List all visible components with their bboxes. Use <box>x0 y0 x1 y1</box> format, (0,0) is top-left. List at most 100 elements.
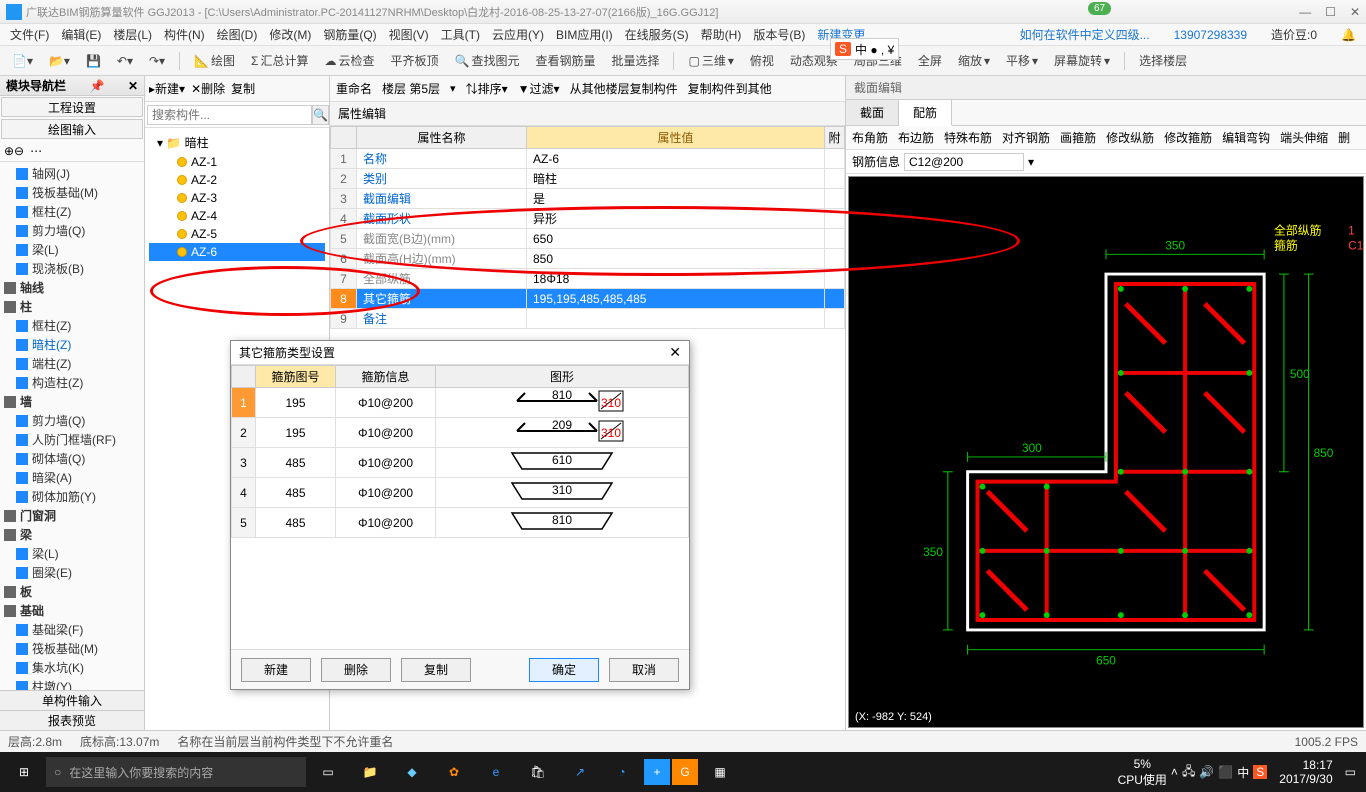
nav-pin-icon[interactable]: 📌 <box>90 79 105 93</box>
menu-tool[interactable]: 工具(T) <box>435 26 486 43</box>
folder-icon[interactable]: 📁 <box>350 756 390 788</box>
maximize-icon[interactable]: ☐ <box>1325 5 1336 19</box>
comp-item[interactable]: AZ-4 <box>149 207 325 225</box>
tree-node[interactable]: 圈梁(E) <box>2 563 142 582</box>
menu-online[interactable]: 在线服务(S) <box>619 26 695 43</box>
dlg-row[interactable]: 5485Φ10@200810 <box>232 508 689 538</box>
sec-tool[interactable]: 布边筋 <box>898 129 934 146</box>
dlg-row[interactable]: 4485Φ10@200310 <box>232 478 689 508</box>
menu-bim[interactable]: BIM应用(I) <box>550 26 619 43</box>
tree-node[interactable]: 端柱(Z) <box>2 354 142 373</box>
tray-notif-icon[interactable]: ▭ <box>1345 765 1356 779</box>
tab-rebar[interactable]: 配筋 <box>899 100 952 126</box>
store-icon[interactable]: 🛍 <box>518 756 558 788</box>
menu-view[interactable]: 视图(V) <box>383 26 435 43</box>
tree-node[interactable]: 基础梁(F) <box>2 620 142 639</box>
tree-node[interactable]: 构造柱(Z) <box>2 373 142 392</box>
3d-button[interactable]: ▢三维▾ <box>682 50 739 71</box>
undo-icon[interactable]: ↶▾ <box>111 52 139 70</box>
cloud-check-button[interactable]: ☁云检查 <box>318 50 380 71</box>
copy-to-button[interactable]: 复制构件到其他 <box>688 80 772 97</box>
fullscreen-button[interactable]: 全屏 <box>912 50 948 71</box>
redo-icon[interactable]: ↷▾ <box>143 52 171 70</box>
draw-button[interactable]: 📐绘图 <box>188 50 241 71</box>
prop-row[interactable]: 9备注 <box>331 309 845 329</box>
edge-icon[interactable]: e <box>476 756 516 788</box>
nav-tree[interactable]: 轴网(J)筏板基础(M)框柱(Z)剪力墙(Q)梁(L)现浇板(B)轴线柱框柱(Z… <box>0 162 144 690</box>
dialog-close-icon[interactable]: ✕ <box>669 344 681 361</box>
nav-expand-icon[interactable]: ⊕⊖ <box>4 144 24 158</box>
top-view-button[interactable]: 俯视 <box>744 50 780 71</box>
prop-row[interactable]: 6截面高(H边)(mm)850 <box>331 249 845 269</box>
search-input[interactable] <box>147 105 312 125</box>
tree-node[interactable]: 柱 <box>2 297 142 316</box>
app-icon-3[interactable]: ↗ <box>560 756 600 788</box>
tree-node[interactable]: 集水坑(K) <box>2 658 142 677</box>
tree-node[interactable]: 暗柱(Z) <box>2 335 142 354</box>
minimize-icon[interactable]: — <box>1299 5 1311 19</box>
prop-row[interactable]: 8其它箍筋195,195,485,485,485 <box>331 289 845 309</box>
menu-draw[interactable]: 绘图(D) <box>211 26 264 43</box>
task-view-icon[interactable]: ▭ <box>308 756 348 788</box>
tree-node[interactable]: 墙 <box>2 392 142 411</box>
tree-node[interactable]: 剪力墙(Q) <box>2 221 142 240</box>
dlg-copy-button[interactable]: 复制 <box>401 658 471 682</box>
sec-tool[interactable]: 特殊布筋 <box>944 129 992 146</box>
sec-tool[interactable]: 对齐钢筋 <box>1002 129 1050 146</box>
menu-file[interactable]: 文件(F) <box>4 26 55 43</box>
app-icon-7[interactable]: ▦ <box>700 756 740 788</box>
search-hint[interactable]: 如何在软件中定义四级... <box>1014 26 1156 43</box>
tree-node[interactable]: 暗梁(A) <box>2 468 142 487</box>
app-icon-4[interactable]: ◔ <box>602 756 642 788</box>
nav-bottom-report[interactable]: 报表预览 <box>0 710 144 730</box>
app-icon-2[interactable]: ✿ <box>434 756 474 788</box>
sec-tool[interactable]: 布角筋 <box>852 129 888 146</box>
sec-tool[interactable]: 删 <box>1338 129 1350 146</box>
nav-tab-draw[interactable]: 绘图输入 <box>1 119 143 139</box>
new-file-icon[interactable]: 📄▾ <box>6 52 39 70</box>
dlg-del-button[interactable]: 删除 <box>321 658 391 682</box>
sec-tool[interactable]: 修改纵筋 <box>1106 129 1154 146</box>
dlg-ok-button[interactable]: 确定 <box>529 658 599 682</box>
batch-select-button[interactable]: 批量选择 <box>605 50 665 71</box>
save-icon[interactable]: 💾 <box>80 52 107 70</box>
search-button[interactable]: 🔍 <box>312 105 329 125</box>
comp-item[interactable]: AZ-2 <box>149 171 325 189</box>
menu-version[interactable]: 版本号(B) <box>747 26 811 43</box>
ime-bar[interactable]: S 中 ● , ¥ <box>830 38 899 60</box>
rename-button[interactable]: 重命名 <box>336 80 372 97</box>
menu-component[interactable]: 构件(N) <box>158 26 211 43</box>
open-icon[interactable]: 📂▾ <box>43 52 76 70</box>
copy-button[interactable]: 复制 <box>231 80 255 97</box>
dlg-row[interactable]: 3485Φ10@200610 <box>232 448 689 478</box>
tray-shield-icon[interactable]: ⬛ <box>1218 765 1233 779</box>
tree-node[interactable]: 框柱(Z) <box>2 316 142 335</box>
nav-close-icon[interactable]: ✕ <box>128 79 138 93</box>
nav-tab-project[interactable]: 工程设置 <box>1 97 143 117</box>
tree-node[interactable]: 筏板基础(M) <box>2 639 142 658</box>
tree-node[interactable]: 剪力墙(Q) <box>2 411 142 430</box>
menu-cloud[interactable]: 云应用(Y) <box>486 26 550 43</box>
align-top-button[interactable]: 平齐板顶 <box>384 50 444 71</box>
tree-node[interactable]: 框柱(Z) <box>2 202 142 221</box>
tray-up-icon[interactable]: ˄ <box>1171 765 1178 779</box>
dlg-row[interactable]: 2195Φ10@200209310 <box>232 418 689 448</box>
tree-node[interactable]: 梁(L) <box>2 544 142 563</box>
tree-node[interactable]: 柱墩(Y) <box>2 677 142 690</box>
copy-from-button[interactable]: 从其他楼层复制构件 <box>570 80 678 97</box>
rotate-button[interactable]: 屏幕旋转▾ <box>1048 50 1116 71</box>
comp-item[interactable]: AZ-6 <box>149 243 325 261</box>
prop-row[interactable]: 3截面编辑是 <box>331 189 845 209</box>
comp-item[interactable]: AZ-3 <box>149 189 325 207</box>
tree-node[interactable]: 人防门框墙(RF) <box>2 430 142 449</box>
tree-node[interactable]: 门窗洞 <box>2 506 142 525</box>
tree-node[interactable]: 基础 <box>2 601 142 620</box>
account[interactable]: 13907298339 <box>1168 28 1253 42</box>
view-rebar-button[interactable]: 查看钢筋量 <box>529 50 601 71</box>
section-canvas[interactable]: 350 500 850 300 350 650 全部纵筋 箍筋 1 C1 (X:… <box>848 176 1364 728</box>
dlg-cancel-button[interactable]: 取消 <box>609 658 679 682</box>
sec-tool[interactable]: 修改箍筋 <box>1164 129 1212 146</box>
dlg-row[interactable]: 1195Φ10@200810310 <box>232 388 689 418</box>
tray-vol-icon[interactable]: 🔊 <box>1199 765 1214 779</box>
tree-node[interactable]: 砌体墙(Q) <box>2 449 142 468</box>
